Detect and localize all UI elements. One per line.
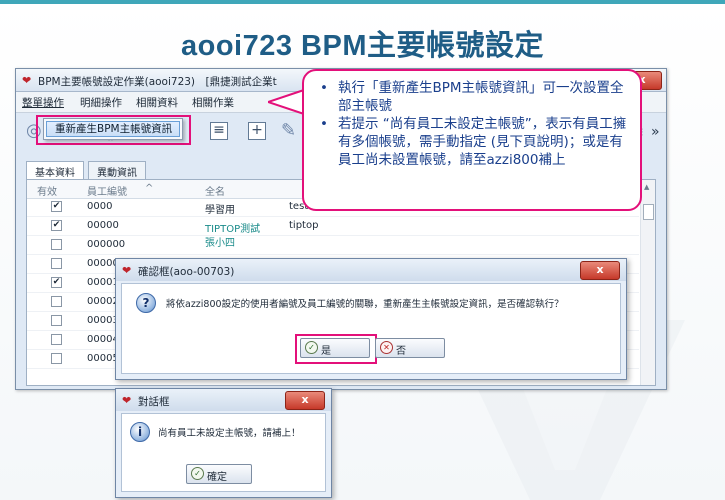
row-active-checkbox[interactable] xyxy=(51,315,62,326)
menu-item-related-data[interactable]: 相關資料 xyxy=(136,95,178,110)
app-logo-icon: ❤ xyxy=(122,394,132,407)
question-icon: ? xyxy=(136,293,156,313)
confirm-dialog-body: ? 將依azzi800設定的使用者編號及員工編號的關聯，重新產生主帳號設定資訊，… xyxy=(121,283,621,374)
row-active-checkbox[interactable] xyxy=(51,296,62,307)
row-active-checkbox[interactable] xyxy=(51,334,62,345)
no-button[interactable]: ✕ 否 xyxy=(375,338,445,358)
ok-button[interactable]: ✓ 確定 xyxy=(186,464,252,484)
col-header-active[interactable]: 有效 xyxy=(37,183,57,198)
confirm-dialog: ❤ 確認框(aoo-00703) x ? 將依azzi800設定的使用者編號及員… xyxy=(115,258,627,380)
info-icon: i xyxy=(130,422,150,442)
confirm-dialog-titlebar[interactable]: ❤ 確認框(aoo-00703) x xyxy=(116,259,626,281)
cell-emp-no: 0000 xyxy=(87,201,113,212)
notice-dialog-close-button[interactable]: x xyxy=(285,391,325,410)
confirm-dialog-title: 確認框(aoo-00703) xyxy=(138,266,235,278)
app-logo-icon: ❤ xyxy=(122,264,132,277)
grid-vertical-scrollbar[interactable]: ▲ xyxy=(640,180,655,385)
notice-dialog-body: i 尚有員工未設定主帳號，請補上！ ✓ 確定 xyxy=(121,413,326,492)
notice-dialog: ❤ 對話框 x i 尚有員工未設定主帳號，請補上！ ✓ 確定 xyxy=(115,388,332,498)
col-header-emp-no[interactable]: 員工編號 xyxy=(87,183,127,198)
tab-change-info[interactable]: 異動資訊 xyxy=(88,161,146,181)
row-active-checkbox[interactable]: ✔ xyxy=(51,201,62,212)
menu-item-doc-operations[interactable]: 整單操作 xyxy=(22,95,64,110)
menu-item-regenerate-bpm-accounts[interactable]: 重新產生BPM主帳號資訊 xyxy=(46,121,180,137)
notice-dialog-message: 尚有員工未設定主帳號，請補上！ xyxy=(158,428,301,439)
cell-emp-no: 00000 xyxy=(87,220,119,231)
scroll-up-arrow-icon[interactable]: ▲ xyxy=(644,183,649,191)
check-icon: ✓ xyxy=(191,467,204,480)
yes-button-label: 是 xyxy=(321,346,331,357)
document-icon[interactable]: ≡ xyxy=(210,122,228,140)
callout-list: 執行「重新產生BPM主帳號資訊」可一次設置全部主帳號 若提示 “尚有員工未設定主… xyxy=(318,79,630,169)
doc-operations-dropdown: 重新產生BPM主帳號資訊 xyxy=(43,118,183,140)
sort-caret-icon: ^ xyxy=(145,183,154,194)
cell-full-name: 學習用 xyxy=(205,205,235,216)
menu-item-detail-operations[interactable]: 明細操作 xyxy=(80,95,122,110)
table-row[interactable]: ✔ 00000 TIPTOP測試 tiptop xyxy=(27,217,639,236)
cell-full-name: TIPTOP測試 xyxy=(205,224,261,235)
add-icon[interactable]: + xyxy=(248,122,266,140)
callout-point-1: 執行「重新產生BPM主帳號資訊」可一次設置全部主帳號 xyxy=(318,79,630,115)
row-active-checkbox[interactable]: ✔ xyxy=(51,277,62,288)
instruction-callout: 執行「重新產生BPM主帳號資訊」可一次設置全部主帳號 若提示 “尚有員工未設定主… xyxy=(302,69,642,211)
row-active-checkbox[interactable] xyxy=(51,239,62,250)
cell-emp-no: 000000 xyxy=(87,239,126,250)
row-active-checkbox[interactable] xyxy=(51,258,62,269)
row-active-checkbox[interactable] xyxy=(51,353,62,364)
menu-item-related-jobs[interactable]: 相關作業 xyxy=(192,95,234,110)
row-active-checkbox[interactable]: ✔ xyxy=(51,220,62,231)
yes-button[interactable]: ✓ 是 xyxy=(300,338,370,358)
notice-dialog-title: 對話框 xyxy=(138,396,170,408)
table-row[interactable]: 000000 張小四 xyxy=(27,236,639,255)
scrollbar-thumb[interactable] xyxy=(643,204,654,220)
cell-full-name: 張小四 xyxy=(205,238,235,249)
cell-extra: tiptop xyxy=(289,220,319,231)
edit-pencil-icon[interactable]: ✎ xyxy=(281,120,296,141)
app-logo-icon: ❤ xyxy=(22,74,32,87)
check-icon: ✓ xyxy=(305,341,318,354)
confirm-dialog-message: 將依azzi800設定的使用者編號及員工編號的關聯，重新產生主帳號設定資訊，是否… xyxy=(166,299,564,310)
callout-point-2: 若提示 “尚有員工未設定主帳號”，表示有員工擁有多個帳號，需手動指定 (見下頁說… xyxy=(318,115,630,169)
notice-dialog-titlebar[interactable]: ❤ 對話框 x xyxy=(116,389,331,411)
confirm-dialog-close-button[interactable]: x xyxy=(580,261,620,280)
top-rule xyxy=(0,0,725,4)
main-window-title: BPM主要帳號設定作業(aooi723) [鼎捷測試企業t xyxy=(38,76,277,88)
cancel-icon: ✕ xyxy=(380,341,393,354)
col-header-full-name[interactable]: 全名 xyxy=(205,183,225,198)
ok-button-label: 確定 xyxy=(207,472,227,483)
toolbar-overflow-chevron-icon[interactable]: » xyxy=(651,124,660,140)
slide-title: aooi723 BPM主要帳號設定 xyxy=(181,30,544,62)
no-button-label: 否 xyxy=(396,346,406,357)
